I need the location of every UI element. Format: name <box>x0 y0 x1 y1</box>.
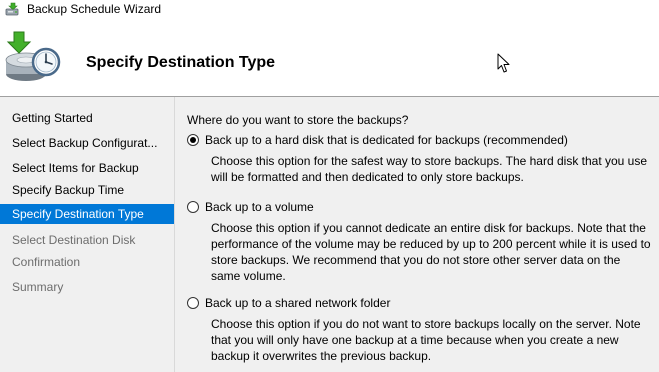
page-title: Specify Destination Type <box>86 54 276 71</box>
step-label: Getting Started <box>12 111 93 125</box>
option-description: Choose this option if you cannot dedicat… <box>211 221 651 283</box>
step-label: Specify Destination Type <box>12 207 144 221</box>
backup-wizard-icon <box>5 2 19 16</box>
step-label: Specify Backup Time <box>12 183 125 197</box>
radio-shared-network-folder[interactable] <box>187 297 199 309</box>
step-label: Select Items for Backup <box>12 161 139 175</box>
option-description: Choose this option for the safest way to… <box>211 154 648 184</box>
radio-volume[interactable] <box>187 201 199 213</box>
radio-dedicated-hard-disk[interactable] <box>187 134 199 146</box>
step-label: Select Destination Disk <box>12 233 136 247</box>
option-label: Back up to a shared network folder <box>205 295 391 310</box>
step-specify-backup-time[interactable]: Specify Backup Time <box>0 180 174 200</box>
step-label: Confirmation <box>12 255 81 269</box>
option-label: Back up to a hard disk that is dedicated… <box>205 132 568 147</box>
step-label: Select Backup Configurat... <box>12 136 158 150</box>
option-description: Choose this option if you do not want to… <box>211 317 641 363</box>
option-shared-network-folder[interactable]: Back up to a shared network folder <box>187 295 390 311</box>
wizard-steps-sidebar: Getting Started Select Backup Configurat… <box>0 97 174 372</box>
step-select-backup-configuration[interactable]: Select Backup Configurat... <box>0 133 174 153</box>
step-select-destination-disk[interactable]: Select Destination Disk <box>0 230 174 250</box>
mouse-cursor-icon <box>497 53 510 73</box>
step-select-items-for-backup[interactable]: Select Items for Backup <box>0 158 174 178</box>
step-summary[interactable]: Summary <box>0 277 174 297</box>
step-confirmation[interactable]: Confirmation <box>0 252 174 272</box>
option-dedicated-hard-disk[interactable]: Back up to a hard disk that is dedicated… <box>187 132 568 148</box>
title-bar[interactable]: Backup Schedule Wizard <box>0 0 659 18</box>
storage-question: Where do you want to store the backups? <box>187 113 409 127</box>
option-volume[interactable]: Back up to a volume <box>187 199 314 215</box>
backup-schedule-wizard-window: Backup Schedule Wizard Specify Destinati… <box>0 0 659 372</box>
destination-type-panel: Where do you want to store the backups? … <box>175 97 659 372</box>
step-label: Summary <box>12 280 64 294</box>
backup-clock-icon <box>5 31 61 81</box>
window-title: Backup Schedule Wizard <box>27 2 162 16</box>
option-label: Back up to a volume <box>205 199 314 214</box>
step-specify-destination-type[interactable]: Specify Destination Type <box>0 204 174 224</box>
wizard-header: Specify Destination Type <box>0 18 659 96</box>
step-getting-started[interactable]: Getting Started <box>0 108 174 128</box>
